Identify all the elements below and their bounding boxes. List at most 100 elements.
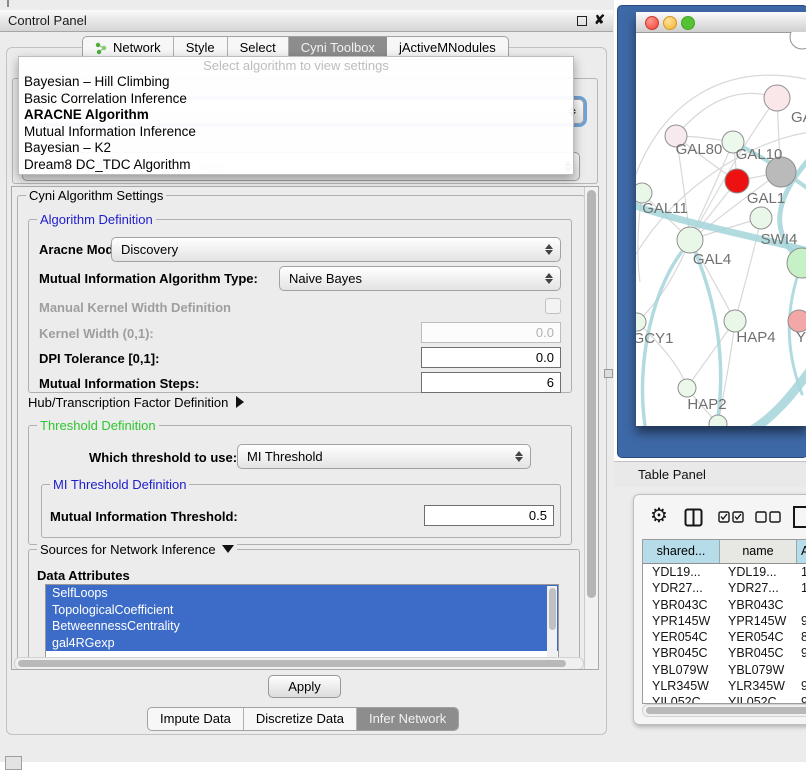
network-node-swi4[interactable]	[750, 207, 772, 229]
tab-impute-data[interactable]: Impute Data	[148, 708, 244, 730]
splitter-handle[interactable]	[604, 369, 613, 378]
list-item[interactable]: gal4RGexp	[46, 635, 558, 652]
sources-title: Sources for Network Inference	[37, 542, 237, 557]
hub-definition-label: Hub/Transcription Factor Definition	[28, 395, 228, 410]
column-header-name[interactable]: name	[720, 540, 797, 563]
node-label: SWI4	[761, 231, 798, 248]
network-node-gal1[interactable]	[725, 169, 749, 193]
mi-type-combobox[interactable]: Naive Bayes	[279, 266, 561, 291]
list-item[interactable]: TopologicalCoefficient	[46, 602, 558, 619]
node-table: shared... name A YDL19...YDL19...13YDR27…	[642, 539, 806, 704]
network-node-gal4[interactable]	[677, 227, 703, 253]
table-row[interactable]: YDL19...YDL19...13	[643, 564, 806, 580]
column-header-shared-name[interactable]: shared...	[643, 540, 720, 563]
mi-steps-field[interactable]: 6	[421, 372, 561, 393]
network-edge[interactable]	[687, 321, 735, 388]
table-row[interactable]: YLR345WYLR345W9.	[643, 678, 806, 694]
table-cell: 9	[795, 694, 806, 704]
table-cell: YER054C	[719, 629, 795, 645]
table-row[interactable]: YER054CYER054C8.	[643, 629, 806, 645]
mi-steps-label: Mutual Information Steps:	[39, 376, 199, 391]
close-icon[interactable]: ✘	[594, 12, 605, 28]
table-cell	[795, 597, 806, 613]
list-scrollbar[interactable]	[547, 586, 557, 660]
node-label: GAL4	[693, 251, 731, 268]
popup-item[interactable]: Mutual Information Inference	[19, 124, 573, 141]
table-icon[interactable]	[792, 505, 806, 529]
table-body: YDL19...YDL19...13YDR27...YDR27...12YBR0…	[643, 564, 806, 704]
data-attributes-list[interactable]: SelfLoops TopologicalCoefficient Between…	[45, 584, 559, 662]
horizontal-scrollbar[interactable]	[14, 657, 584, 670]
mi-threshold-field[interactable]: 0.5	[424, 505, 554, 526]
table-cell: YER054C	[643, 629, 719, 645]
close-traffic-light-icon[interactable]	[645, 16, 659, 30]
table-row[interactable]: YDR27...YDR27...12	[643, 580, 806, 596]
table-cell: 12	[795, 580, 806, 596]
network-node-hap2[interactable]	[678, 379, 696, 397]
control-panel-titlebar: Control Panel ✘	[0, 10, 613, 32]
list-item[interactable]: BetweennessCentrality	[46, 618, 558, 635]
table-cell: YPR145W	[719, 613, 795, 629]
node-label: GAL11	[642, 200, 688, 217]
tab-impute-data-label: Impute Data	[160, 708, 231, 730]
node-label: Y	[796, 329, 806, 346]
vertical-scrollbar[interactable]	[584, 187, 598, 669]
popup-item[interactable]: Bayesian – Hill Climbing	[19, 74, 573, 91]
collapse-down-icon	[222, 545, 234, 553]
table-row[interactable]: YIL052CYIL052C9	[643, 694, 806, 704]
network-view-inner: GALGAL80GAL10GAL1SWI4GAL11GAL4GCY1HAP4YH…	[636, 12, 806, 426]
minimize-traffic-light-icon[interactable]	[663, 16, 677, 30]
table-cell: YBR045C	[719, 645, 795, 661]
popup-item[interactable]: Basic Correlation Inference	[19, 91, 573, 108]
table-cell: 8.	[795, 629, 806, 645]
aracne-mode-combobox[interactable]: Discovery	[111, 237, 561, 262]
network-node[interactable]	[790, 32, 806, 49]
dpi-tolerance-label: DPI Tolerance [0,1]:	[39, 351, 159, 366]
table-row[interactable]: YBL079WYBL079W	[643, 662, 806, 678]
cyni-settings-title: Cyni Algorithm Settings	[26, 188, 166, 203]
table-row[interactable]: YBR045CYBR045C9.	[643, 645, 806, 661]
select-all-icon[interactable]	[718, 511, 744, 523]
table-row[interactable]: YPR145WYPR145W9.	[643, 613, 806, 629]
mi-threshold-label: Mutual Information Threshold:	[50, 509, 238, 524]
algorithm-definition-title: Algorithm Definition	[37, 212, 156, 227]
minimized-panel-icon[interactable]	[5, 756, 22, 770]
which-threshold-label: Which threshold to use:	[89, 450, 237, 465]
network-window-titlebar[interactable]	[636, 12, 806, 33]
combo-arrows-icon	[542, 244, 556, 255]
control-panel-title: Control Panel	[8, 13, 87, 28]
network-node-gal[interactable]	[764, 85, 790, 111]
zoom-traffic-light-icon[interactable]	[681, 16, 695, 30]
apply-button[interactable]: Apply	[268, 675, 341, 698]
node-label: GAL10	[736, 146, 783, 163]
which-threshold-combobox[interactable]: MI Threshold	[237, 444, 531, 469]
popup-item[interactable]: Bayesian – K2	[19, 140, 573, 157]
split-view-icon[interactable]	[684, 508, 703, 527]
kernel-width-field[interactable]: 0.0	[421, 322, 561, 343]
deselect-all-icon[interactable]	[755, 511, 781, 523]
table-cell: YBR045C	[643, 645, 719, 661]
table-window: ⚙ shared... name A YDL19...YDL19...13YDR…	[633, 494, 806, 725]
network-canvas[interactable]: GALGAL80GAL10GAL1SWI4GAL11GAL4GCY1HAP4YH…	[636, 32, 806, 426]
node-label: GAL	[791, 109, 806, 126]
column-header-third[interactable]: A	[797, 540, 806, 563]
manual-kernel-checkbox[interactable]	[545, 298, 561, 314]
mi-threshold-group: MI Threshold Definition Mutual Informati…	[41, 484, 561, 538]
network-view-window[interactable]: GALGAL80GAL10GAL1SWI4GAL11GAL4GCY1HAP4YH…	[617, 5, 806, 458]
table-header-row: shared... name A	[643, 540, 806, 564]
tab-infer-network[interactable]: Infer Network	[357, 708, 458, 730]
combo-arrows-icon	[542, 273, 556, 284]
tab-discretize-data[interactable]: Discretize Data	[244, 708, 357, 730]
table-panel-title: Table Panel	[638, 467, 706, 482]
popup-item-selected[interactable]: ARACNE Algorithm	[19, 107, 573, 124]
mi-type-label: Mutual Information Algorithm Type:	[39, 271, 258, 286]
table-horizontal-scrollbar[interactable]	[642, 704, 806, 715]
gear-icon[interactable]: ⚙	[650, 504, 668, 528]
table-row[interactable]: YBR043CYBR043C	[643, 597, 806, 613]
list-item[interactable]: SelfLoops	[46, 585, 558, 602]
node-label: GAL80	[676, 141, 723, 158]
dpi-tolerance-field[interactable]: 0.0	[421, 347, 561, 368]
popup-item[interactable]: Dream8 DC_TDC Algorithm	[19, 157, 573, 174]
float-window-icon[interactable]	[577, 16, 587, 26]
hub-definition-toggle[interactable]: Hub/Transcription Factor Definition	[28, 395, 244, 410]
